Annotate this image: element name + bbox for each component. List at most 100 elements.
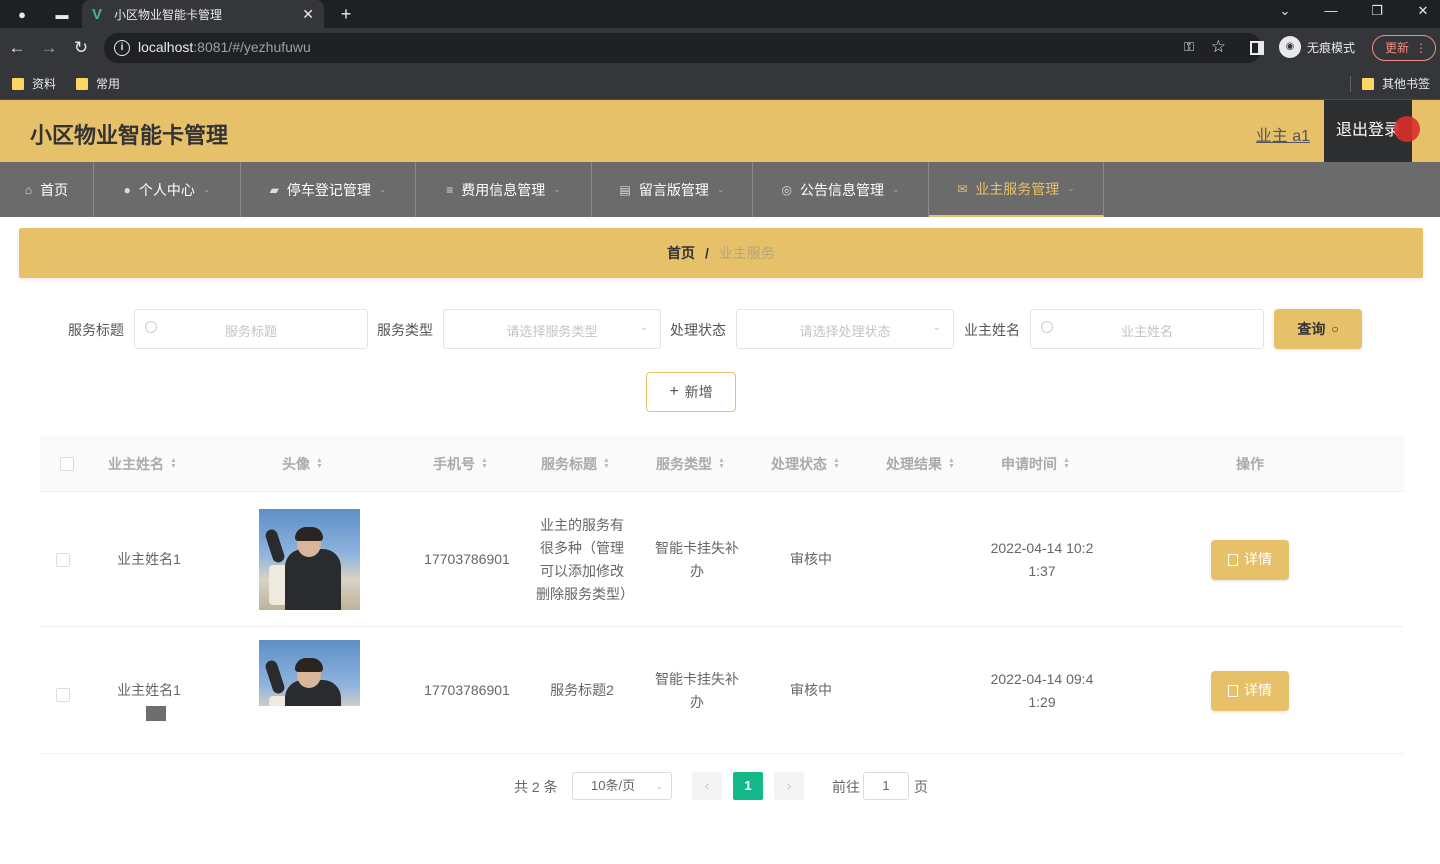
column-header[interactable]: 申请时间 ▲ ▼ — [1001, 454, 1070, 474]
detail-button[interactable]: 详情 — [1211, 670, 1289, 711]
service-type-cell: 智能卡挂失补办 — [655, 539, 739, 579]
plus-icon: + — [669, 383, 679, 400]
list-icon: ≡ — [446, 182, 454, 197]
menu-item-fees[interactable]: ≡ 费用信息管理 ⌄ — [416, 162, 592, 217]
menu-item-owner-service[interactable]: ✉ 业主服务管理 ⌄ — [929, 162, 1104, 217]
service-title-cell: 业主的服务有很多种（管理可以添加修改删除服务类型） — [536, 516, 634, 602]
update-button[interactable]: 更新 ⋮ — [1372, 35, 1436, 61]
browser-tab-strip: ● ▬ V 小区物业智能卡管理 ✕ + ⌄ — ❐ ✕ — [0, 0, 1440, 28]
chevron-down-icon: ⌄ — [553, 184, 561, 194]
clipboard-icon: ▤ — [619, 182, 631, 197]
menu-item-messages[interactable]: ▤ 留言版管理 ⌄ — [592, 162, 753, 217]
pixelated-overlay — [146, 706, 486, 752]
sort-icon: ▲ ▼ — [718, 457, 725, 470]
sort-icon: ▲ ▼ — [481, 457, 488, 470]
avatar[interactable] — [258, 509, 360, 610]
cursor-highlight — [1394, 116, 1420, 142]
close-tab-icon[interactable]: ✕ — [302, 6, 314, 23]
owner-name-cell: 业主姓名1 — [117, 551, 181, 567]
time-cell: 2022-04-14 10:21:37 — [990, 539, 1094, 579]
menu-item-parking[interactable]: ▰ 停车登记管理 ⌄ — [241, 162, 416, 217]
table-row: 业主姓名1 17703786901 业主的服务有很多种（管理可以添加修改删除服务… — [40, 493, 1404, 627]
home-icon: ⌂ — [24, 182, 33, 197]
user-icon: ● — [123, 182, 131, 197]
chevron-down-icon: ⌄ — [202, 184, 211, 194]
page-number-current[interactable]: 1 — [733, 772, 763, 800]
phone-cell: 17703786901 — [424, 551, 510, 567]
search-icon: ○ — [1331, 322, 1339, 336]
tab-list-chevron-icon[interactable]: ⌄ — [1270, 3, 1300, 19]
column-header[interactable]: 手机号 ▲ ▼ — [433, 454, 488, 474]
more-icon: ⋮ — [1415, 41, 1427, 55]
chevron-down-icon: ⌄ — [716, 184, 725, 194]
restore-icon[interactable]: ❐ — [1362, 3, 1392, 19]
goto-page-input[interactable]: 1 — [863, 772, 909, 800]
bell-icon: ◎ — [781, 182, 792, 197]
tab-search-icon[interactable]: ▬ — [52, 4, 72, 24]
status-select[interactable]: 请选择处理状态 ⌄ — [736, 309, 954, 349]
row-checkbox[interactable] — [56, 553, 70, 567]
browser-profile-icon[interactable]: ● — [12, 4, 32, 24]
goto-label: 前往 — [832, 779, 860, 795]
key-icon[interactable]: ⚿ — [1184, 39, 1194, 55]
prev-page-button[interactable]: ‹ — [692, 772, 722, 800]
add-button[interactable]: + 新增 — [646, 372, 736, 412]
chevron-down-icon: ⌄ — [1067, 183, 1075, 193]
star-icon[interactable]: ☆ — [1211, 37, 1226, 57]
close-window-icon[interactable]: ✕ — [1408, 3, 1438, 19]
page-size-select[interactable]: 10条/页 ⌄ — [572, 772, 672, 800]
service-title-input[interactable]: 服务标题 — [134, 309, 368, 349]
chevron-down-icon: ⌄ — [655, 781, 663, 791]
next-page-button[interactable]: › — [774, 772, 804, 800]
column-header[interactable]: 处理状态 ▲ ▼ — [771, 454, 840, 474]
breadcrumb-current: 业主服务 — [718, 245, 775, 261]
browser-tab[interactable]: V 小区物业智能卡管理 ✕ — [82, 0, 324, 28]
back-icon[interactable]: ← — [6, 37, 28, 59]
menu-item-profile[interactable]: ● 个人中心 ⌄ — [94, 162, 241, 217]
reload-icon[interactable]: ↻ — [70, 37, 92, 59]
service-type-cell: 智能卡挂失补办 — [655, 670, 739, 710]
sort-icon: ▲ ▼ — [170, 457, 177, 470]
column-header[interactable]: 服务类型 ▲ ▼ — [656, 454, 725, 474]
page-unit-label: 页 — [914, 779, 928, 795]
service-type-select[interactable]: 请选择服务类型 ⌄ — [443, 309, 661, 349]
document-icon — [1228, 684, 1238, 697]
document-icon — [1228, 553, 1238, 566]
result-cell — [870, 493, 980, 626]
column-header[interactable]: 头像 ▲ ▼ — [282, 454, 323, 474]
column-header[interactable]: 业主姓名 ▲ ▼ — [108, 454, 177, 474]
query-button[interactable]: 查询 ○ — [1274, 309, 1362, 349]
column-header[interactable]: 处理结果 ▲ ▼ — [886, 454, 955, 474]
status-label: 处理状态 — [670, 322, 726, 338]
menu-item-notices[interactable]: ◎ 公告信息管理 ⌄ — [753, 162, 929, 217]
folder-icon — [76, 77, 88, 90]
forward-icon[interactable]: → — [38, 37, 60, 59]
new-tab-icon[interactable]: + — [336, 4, 356, 24]
url-input[interactable]: i localhost:8081/#/yezhufuwu ⚿ ☆ — [104, 33, 1262, 63]
address-bar: ← → ↻ i localhost:8081/#/yezhufuwu ⚿ ☆ ◉… — [0, 28, 1440, 68]
column-header[interactable]: 服务标题 ▲ ▼ — [541, 454, 610, 474]
bookmark-folder[interactable]: 资料 — [12, 75, 56, 92]
menu-item-home[interactable]: ⌂ 首页 — [0, 162, 94, 217]
main-menu: ⌂ 首页 ● 个人中心 ⌄ ▰ 停车登记管理 ⌄ ≡ 费用信息管理 ⌄ ▤ 留言… — [0, 162, 1440, 217]
info-icon[interactable]: i — [114, 40, 130, 56]
owner-name-input[interactable]: 业主姓名 — [1030, 309, 1264, 349]
current-user-link[interactable]: 业主 a1 — [1256, 122, 1310, 146]
sort-icon: ▲ ▼ — [603, 457, 610, 470]
minimize-icon[interactable]: — — [1316, 3, 1346, 18]
service-title-cell: 服务标题2 — [550, 682, 614, 698]
bookmark-folder[interactable]: 常用 — [76, 75, 120, 92]
other-bookmarks[interactable]: 其他书签 — [1362, 75, 1430, 92]
breadcrumb-home[interactable]: 首页 — [667, 243, 695, 263]
status-cell: 审核中 — [790, 551, 832, 567]
detail-button[interactable]: 详情 — [1211, 539, 1289, 580]
select-all-checkbox[interactable] — [60, 457, 74, 471]
row-checkbox[interactable] — [56, 688, 70, 702]
bookmarks-bar: 资料 常用 其他书签 — [0, 68, 1440, 100]
vue-logo-icon: V — [92, 5, 103, 23]
incognito-indicator[interactable]: ◉ 无痕模式 — [1279, 36, 1355, 58]
folder-icon — [1362, 77, 1374, 90]
sidepanel-icon[interactable] — [1250, 41, 1264, 55]
logout-button[interactable]: 退出登录 — [1324, 100, 1420, 162]
breadcrumb: 首页 / 业主服务 — [19, 228, 1423, 278]
